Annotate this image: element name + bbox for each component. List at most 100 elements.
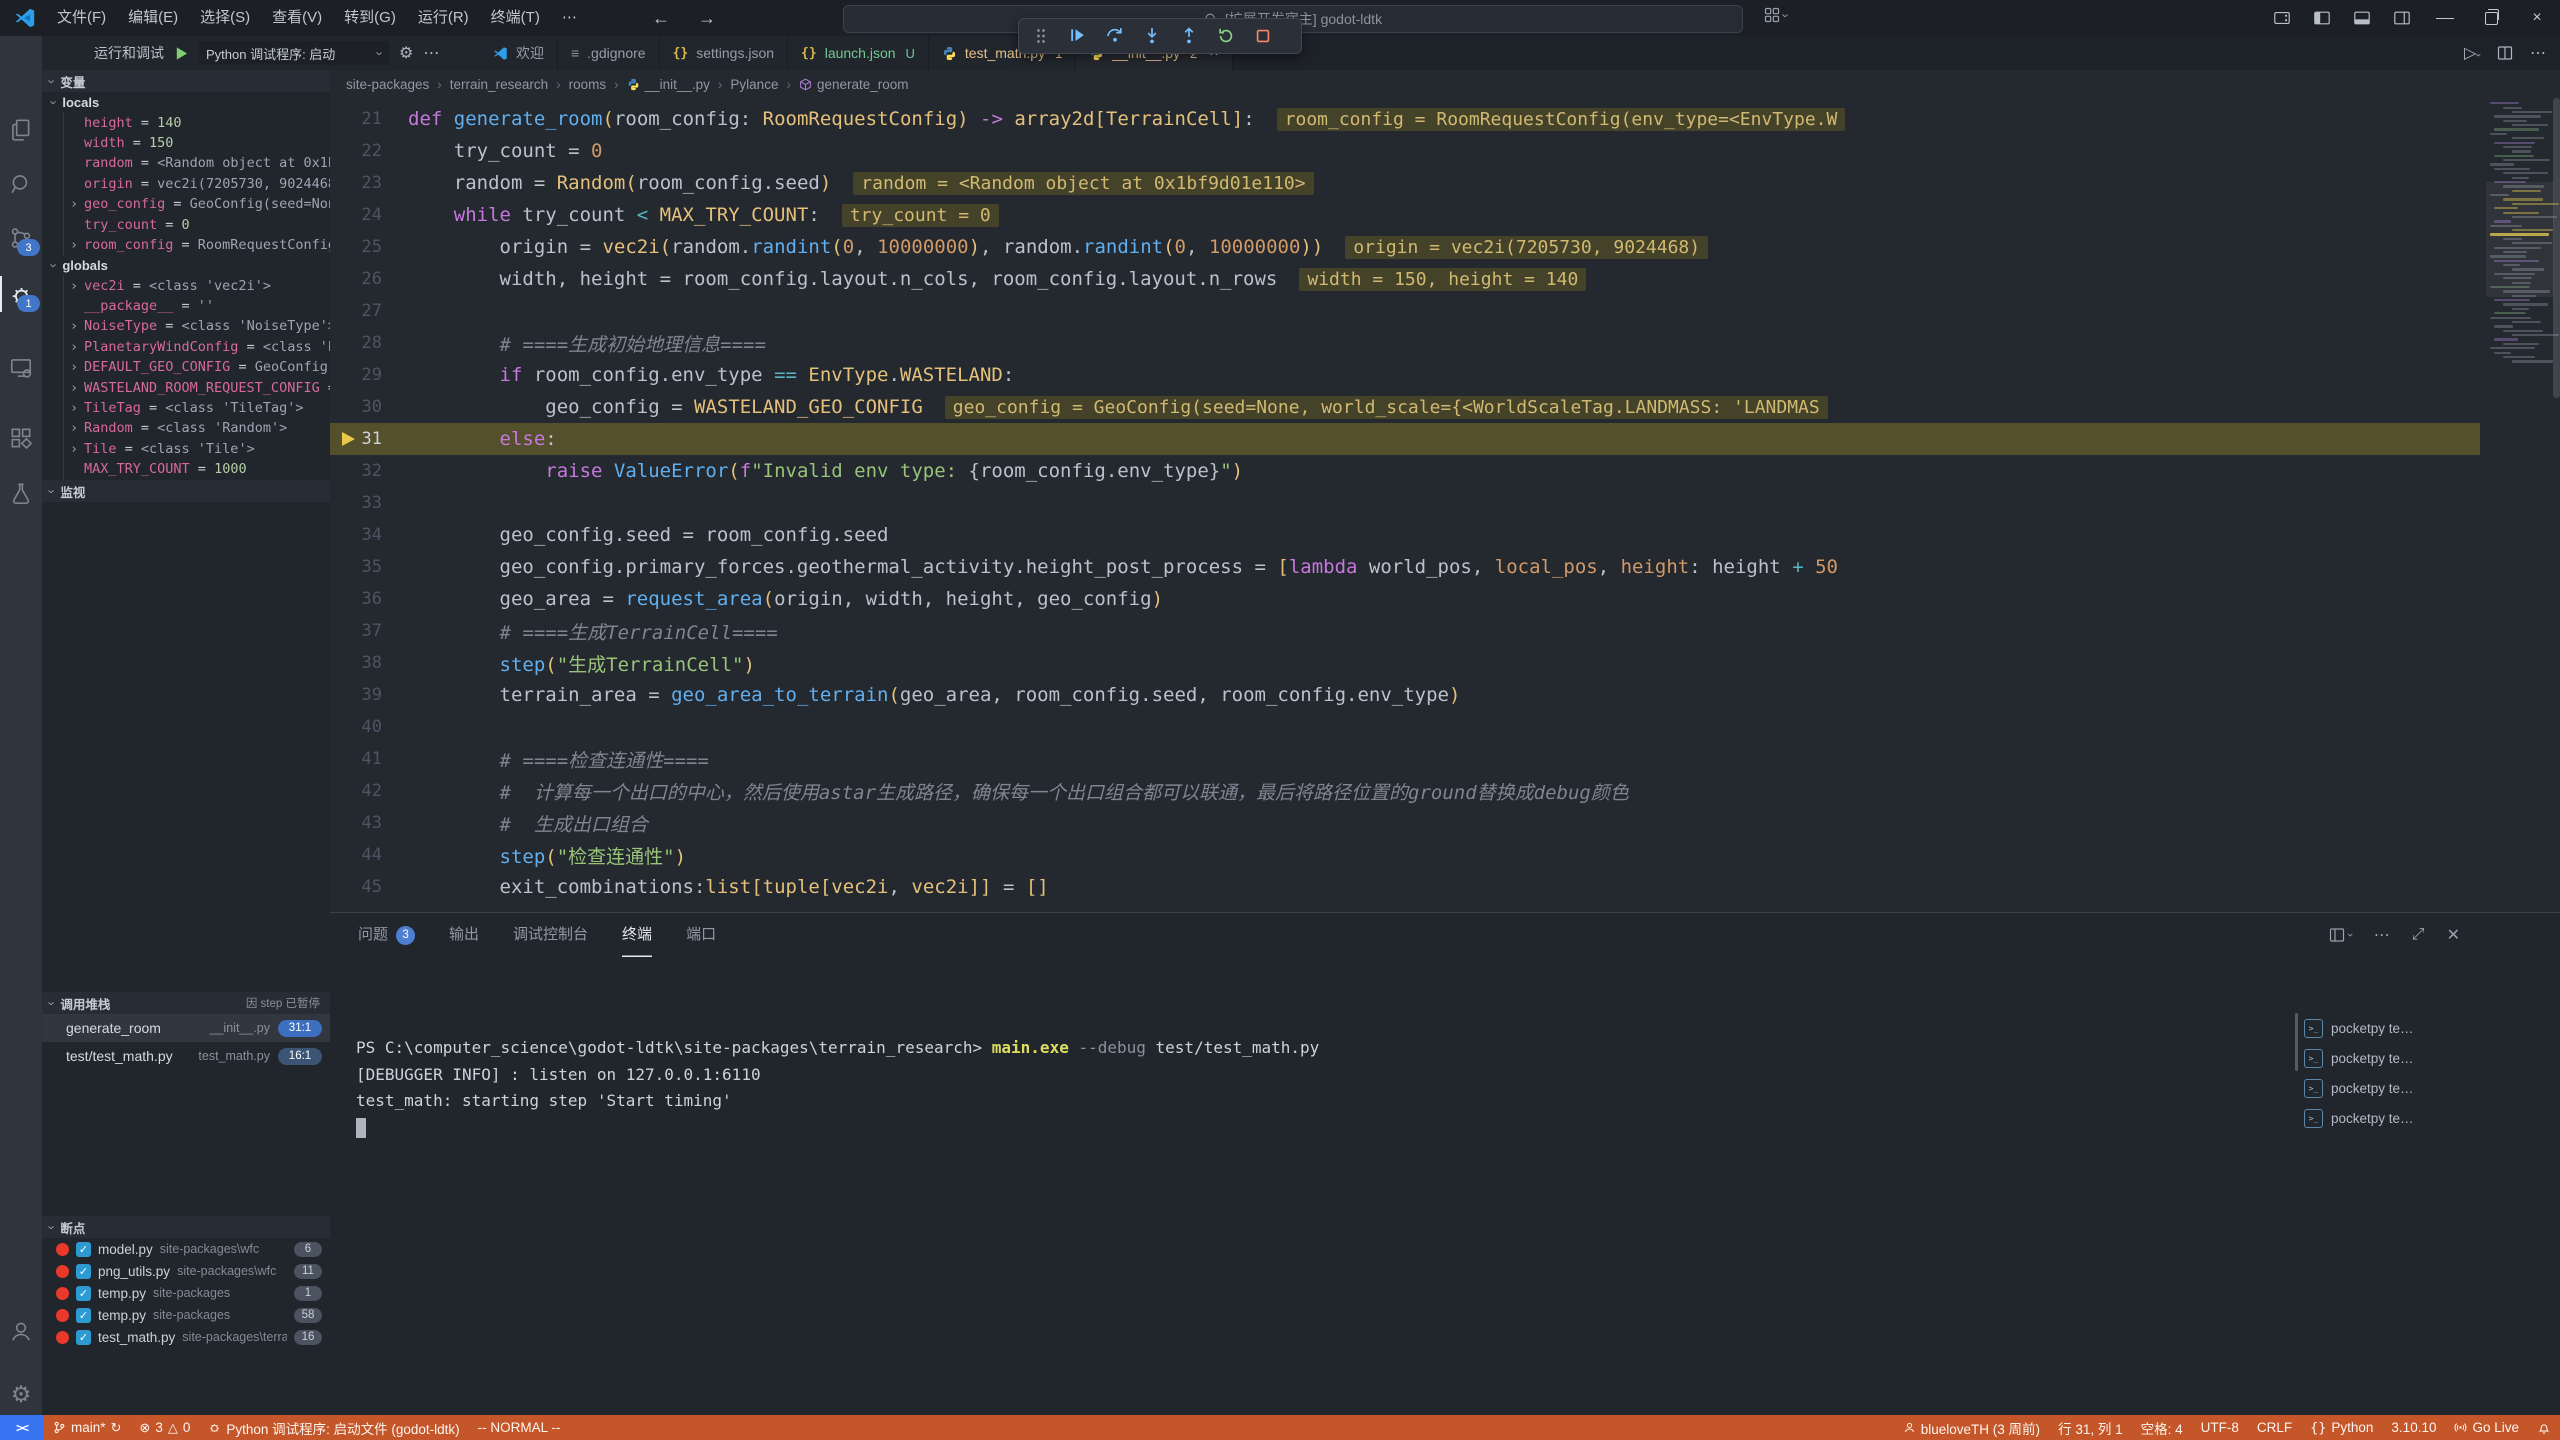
minimize-button[interactable]	[2422, 0, 2468, 36]
code-line[interactable]: 36 geo_area = request_area(origin, width…	[330, 583, 2480, 615]
tab-gdignore[interactable]: ≡ .gdignore	[558, 36, 660, 70]
breadcrumb-item[interactable]: rooms	[569, 77, 607, 92]
menu-run[interactable]: 运行(R)	[407, 0, 480, 36]
minimap[interactable]	[2488, 98, 2552, 365]
code-line[interactable]: 28 # ====生成初始地理信息====	[330, 327, 2480, 359]
variable-row[interactable]: ›WASTELAND_ROOM_REQUEST_CONFIG = RoomR…	[42, 377, 330, 397]
code-line[interactable]: 29 if room_config.env_type == EnvType.WA…	[330, 359, 2480, 391]
code-line[interactable]: 42 # 计算每一个出口的中心，然后使用astar生成路径，确保每一个出口组合都…	[330, 775, 2480, 807]
debug-settings-gear-icon[interactable]: ⚙	[399, 43, 413, 63]
minimap-viewport[interactable]	[2486, 182, 2554, 297]
variable-row[interactable]: ›Random = <class 'Random'>	[42, 418, 330, 438]
more-actions-icon[interactable]: ⋯	[2530, 43, 2546, 63]
close-button[interactable]: ×	[2514, 0, 2560, 36]
variable-group[interactable]: ›globals	[42, 255, 330, 275]
breakpoint-row[interactable]: ✓png_utils.pysite-packages\wfc11	[42, 1260, 330, 1282]
run-file-button[interactable]: ▷›	[2464, 43, 2480, 63]
menu-go[interactable]: 转到(G)	[333, 0, 407, 36]
activitybar-settings[interactable]: ⚙	[0, 1374, 42, 1414]
code-line[interactable]: 44 step("检查连通性")	[330, 839, 2480, 871]
code-line[interactable]: 27	[330, 295, 2480, 327]
variable-row[interactable]: width = 150	[42, 133, 330, 153]
code-line[interactable]: 37 # ====生成TerrainCell====	[330, 615, 2480, 647]
code-line[interactable]: 33	[330, 487, 2480, 519]
code-line[interactable]: 38 step("生成TerrainCell")	[330, 647, 2480, 679]
code-line[interactable]: 32 raise ValueError(f"Invalid env type: …	[330, 455, 2480, 487]
split-editor-icon[interactable]	[2497, 45, 2513, 61]
debug-config-select[interactable]: Python 调试程序: 启动 ›	[199, 41, 389, 65]
activitybar-explorer[interactable]	[0, 110, 42, 150]
variable-row[interactable]: ›PlanetaryWindConfig = <class 'Planeta…	[42, 337, 330, 357]
debug-step-into-button[interactable]	[1140, 24, 1164, 48]
section-variables[interactable]: › 变量	[42, 70, 330, 92]
variable-row[interactable]: ›vec2i = <class 'vec2i'>	[42, 276, 330, 296]
code-line[interactable]: 30 geo_config = WASTELAND_GEO_CONFIGgeo_…	[330, 391, 2480, 423]
code-line[interactable]: 45 exit_combinations:list[tuple[vec2i, v…	[330, 871, 2480, 903]
code-line[interactable]: 35 geo_config.primary_forces.geothermal_…	[330, 551, 2480, 583]
checkbox-checked-icon[interactable]: ✓	[76, 1286, 91, 1301]
encoding[interactable]: UTF-8	[2192, 1415, 2248, 1440]
terminal-list-scrollbar[interactable]	[2295, 1013, 2298, 1071]
vim-mode[interactable]: -- NORMAL --	[469, 1415, 570, 1440]
checkbox-checked-icon[interactable]: ✓	[76, 1264, 91, 1279]
code-line[interactable]: 34 geo_config.seed = room_config.seed	[330, 519, 2480, 551]
code-line[interactable]: 31 else:	[330, 423, 2480, 455]
variable-row[interactable]: ›room_config = RoomRequestConfig(env_t…	[42, 235, 330, 255]
checkbox-checked-icon[interactable]: ✓	[76, 1242, 91, 1257]
code-line[interactable]: 26 width, height = room_config.layout.n_…	[330, 263, 2480, 295]
indentation[interactable]: 空格: 4	[2132, 1415, 2192, 1440]
notifications-bell[interactable]	[2528, 1415, 2560, 1440]
terminal-views-icon[interactable]: ›	[2329, 927, 2352, 943]
menu-terminal[interactable]: 终端(T)	[480, 0, 551, 36]
breakpoint-row[interactable]: ✓temp.pysite-packages1	[42, 1282, 330, 1304]
variable-row[interactable]: ›DEFAULT_GEO_CONFIG = GeoConfig(seed=1…	[42, 357, 330, 377]
panel-tab-problems[interactable]: 问题 3	[358, 913, 415, 957]
menu-view[interactable]: 查看(V)	[261, 0, 333, 36]
stack-frame[interactable]: generate_room __init__.py 31:1	[42, 1014, 330, 1042]
code-line[interactable]: 25 origin = vec2i(random.randint(0, 1000…	[330, 231, 2480, 263]
section-callstack[interactable]: › 调用堆栈 因 step 已暂停	[42, 992, 330, 1014]
variable-row[interactable]: origin = vec2i(7205730, 9024468)	[42, 174, 330, 194]
tab-welcome[interactable]: 欢迎	[480, 36, 558, 70]
breadcrumb[interactable]: site-packages› terrain_research› rooms› …	[330, 70, 2560, 98]
toggle-sidebar-icon[interactable]	[2302, 0, 2342, 36]
code-line[interactable]: 43 # 生成出口组合	[330, 807, 2480, 839]
breadcrumb-item[interactable]: terrain_research	[450, 77, 548, 92]
breadcrumb-item[interactable]: generate_room	[799, 77, 909, 92]
editor-scrollbar[interactable]	[2553, 98, 2560, 398]
cursor-position[interactable]: 行 31, 列 1	[2049, 1415, 2132, 1440]
debug-step-over-button[interactable]	[1103, 24, 1127, 48]
remote-indicator[interactable]: ><	[0, 1415, 44, 1440]
activitybar-testing[interactable]	[0, 474, 42, 514]
drag-grip-icon[interactable]	[1029, 24, 1053, 48]
variable-row[interactable]: ›geo_config = GeoConfig(seed=None, wor…	[42, 194, 330, 214]
variable-row[interactable]: __package__ = ''	[42, 296, 330, 316]
debug-continue-button[interactable]	[1066, 24, 1090, 48]
problems-status[interactable]: ⊗ 3 △ 0	[130, 1415, 199, 1440]
customize-layout-icon[interactable]	[2262, 0, 2302, 36]
breadcrumb-item[interactable]: site-packages	[346, 77, 429, 92]
tab-launch-json[interactable]: {} launch.json U	[788, 36, 929, 70]
code-line[interactable]: 24 while try_count < MAX_TRY_COUNT:try_c…	[330, 199, 2480, 231]
activitybar-extensions[interactable]	[0, 418, 42, 458]
panel-tab-terminal[interactable]: 终端	[622, 913, 652, 957]
code-line[interactable]: 39 terrain_area = geo_area_to_terrain(ge…	[330, 679, 2480, 711]
debug-session-status[interactable]: Python 调试程序: 启动文件 (godot-ldtk)	[199, 1415, 468, 1440]
activitybar-remote-explorer[interactable]	[0, 348, 42, 388]
tab-settings-json[interactable]: {} settings.json	[660, 36, 788, 70]
code-line[interactable]: 22 try_count = 0	[330, 135, 2480, 167]
menu-edit[interactable]: 编辑(E)	[117, 0, 189, 36]
activitybar-run-and-debug[interactable]: 1	[0, 274, 42, 314]
language-mode[interactable]: {} Python	[2301, 1415, 2382, 1440]
breadcrumb-item[interactable]: Pylance	[730, 77, 778, 92]
variable-row[interactable]: MAX_TRY_COUNT = 1000	[42, 459, 330, 479]
panel-tab-ports[interactable]: 端口	[686, 913, 716, 957]
menu-more[interactable]: ⋯	[551, 0, 588, 36]
forward-icon[interactable]: →	[698, 8, 716, 29]
breakpoint-row[interactable]: ✓test_math.pysite-packages\terrain_res…1…	[42, 1326, 330, 1348]
close-panel-icon[interactable]: ✕	[2447, 925, 2460, 945]
variable-row[interactable]: random = <Random object at 0x1bf9d01e…	[42, 153, 330, 173]
debug-restart-button[interactable]	[1214, 24, 1238, 48]
menu-file[interactable]: 文件(F)	[46, 0, 117, 36]
code-line[interactable]: 40	[330, 711, 2480, 743]
